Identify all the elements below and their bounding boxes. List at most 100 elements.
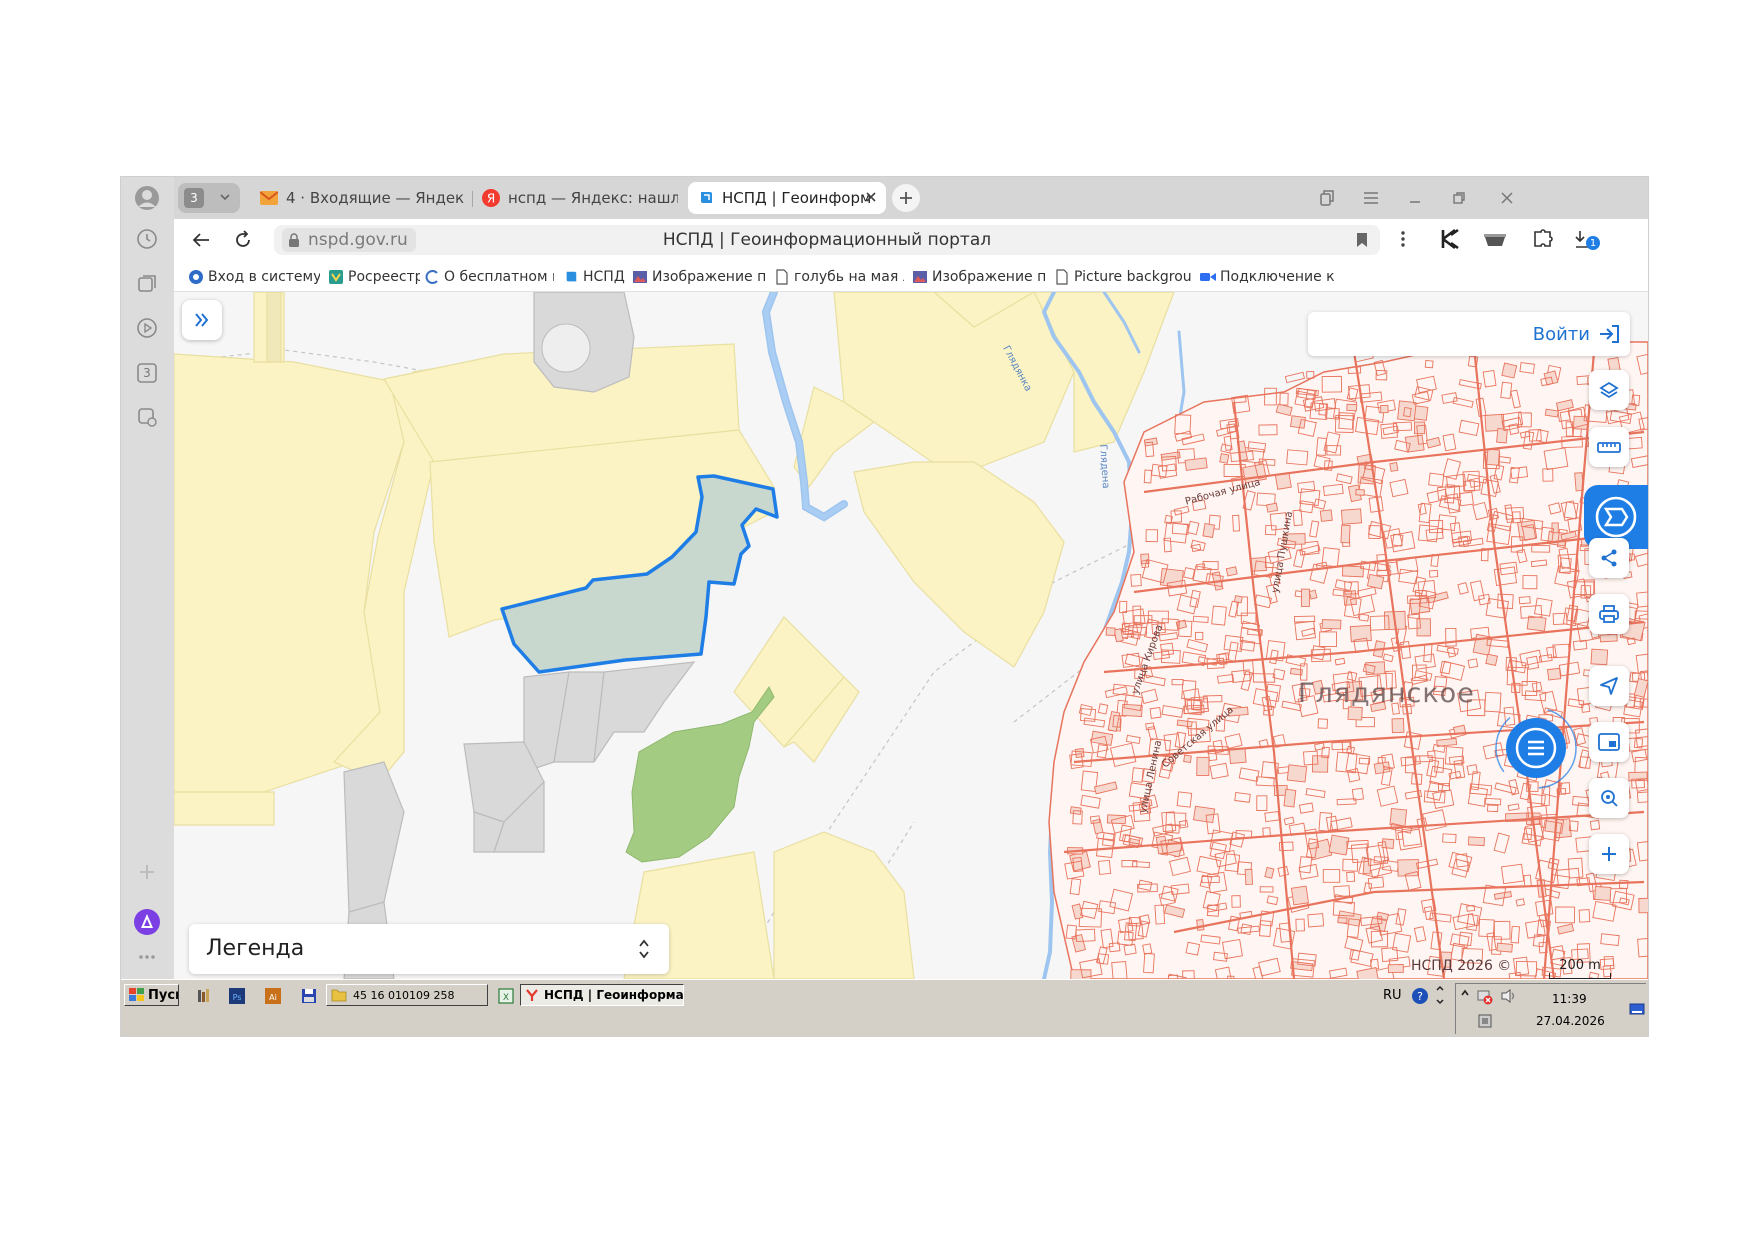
bookmark-nspd[interactable]: НСПД	[563, 267, 627, 287]
bookmark-label: Изображение пи	[652, 269, 765, 285]
photoshop-icon[interactable]: Ps	[229, 988, 245, 1004]
volume-icon[interactable]	[1500, 988, 1518, 1004]
bookmark-label: Подключение к в	[1220, 269, 1335, 285]
bookmark-image-2[interactable]: Изображение пи	[912, 267, 1045, 287]
new-tab-button[interactable]	[892, 184, 920, 212]
more-icon[interactable]	[133, 943, 161, 971]
svg-text:Ai: Ai	[269, 993, 277, 1002]
bookmark-rosreestr[interactable]: Росреестр	[328, 267, 420, 287]
add-panel-icon[interactable]	[133, 858, 161, 886]
restore-icon[interactable]	[1444, 185, 1474, 211]
show-desktop-icon[interactable]	[1629, 1002, 1645, 1016]
downloads-badge: 1	[1586, 236, 1600, 250]
clock-date[interactable]: 27.04.2026	[1536, 1014, 1605, 1028]
desktop-screen: 3 3 4 · Входящие — Яндекс П	[121, 177, 1648, 1036]
print-button[interactable]	[1589, 594, 1629, 634]
clock-time[interactable]: 11:39	[1552, 992, 1587, 1006]
bookmark-login[interactable]: Вход в систему ::	[188, 267, 320, 287]
ruler-button[interactable]	[1589, 427, 1629, 467]
expand-panel-button[interactable]	[182, 300, 222, 340]
chevron-up-icon[interactable]	[1460, 988, 1470, 998]
rosreestr-icon	[328, 269, 344, 285]
map-canvas[interactable]: Глядянка Глядена улица Кирова улица Лени…	[174, 292, 1648, 979]
bookmark-label: голубь на мая лес	[794, 269, 904, 285]
taskbar: Пуск Ps Ai 45 16 010109 258 X НСПД | Гео	[121, 979, 1648, 1036]
tab-mail[interactable]: 4 · Входящие — Яндекс П	[256, 182, 464, 214]
more-menu-icon[interactable]	[1400, 230, 1406, 248]
close-tab-icon[interactable]	[864, 190, 878, 204]
zoom-in-button[interactable]	[1589, 834, 1629, 874]
tab-counter-button[interactable]: 3	[178, 183, 240, 213]
image-icon	[632, 269, 648, 285]
legend-panel[interactable]: Легенда	[189, 924, 669, 974]
url-chip[interactable]: nspd.gov.ru	[282, 228, 416, 252]
yandex-icon: Я	[482, 189, 500, 207]
map-copyright: НСПД 2026 ©	[1411, 958, 1512, 974]
bookmark-connect[interactable]: Подключение к в	[1200, 267, 1335, 287]
gear-globe-icon	[188, 269, 204, 285]
reload-button[interactable]	[230, 228, 256, 252]
tab-counter: 3	[184, 188, 204, 208]
history-icon[interactable]	[133, 225, 161, 253]
geolocation-button[interactable]	[1589, 666, 1629, 706]
extension-k-icon[interactable]	[1438, 227, 1462, 251]
bookmark-free[interactable]: О бесплатном пр	[424, 267, 554, 287]
share-icon	[1601, 549, 1617, 567]
tabs-counter-icon[interactable]: 3	[133, 359, 161, 387]
excel-icon[interactable]: X	[498, 988, 514, 1004]
scale-bar: 200 m	[1547, 958, 1613, 979]
device-icon[interactable]	[1476, 1012, 1494, 1030]
bookmark-image-1[interactable]: Изображение пи	[632, 267, 765, 287]
illustrator-icon[interactable]: Ai	[265, 988, 281, 1004]
language-indicator[interactable]: RU	[1383, 988, 1402, 1003]
location-arrow-icon	[1600, 677, 1618, 695]
windows-logo-icon	[129, 988, 145, 1002]
downloads-icon[interactable]: 1	[1574, 228, 1602, 254]
start-button[interactable]: Пуск	[124, 984, 179, 1006]
expand-collapse-icon[interactable]	[637, 937, 651, 961]
extension-shield-icon[interactable]	[1482, 229, 1508, 249]
folder-icon	[331, 988, 347, 1002]
tray-arrows-icon[interactable]	[1435, 984, 1445, 1006]
address-bar[interactable]: nspd.gov.ru НСПД | Геоинформационный пор…	[274, 225, 1380, 255]
place-label: Глядянское	[1298, 678, 1475, 709]
tab-manager-icon[interactable]	[1312, 185, 1342, 211]
close-window-icon[interactable]	[1492, 185, 1522, 211]
collections-icon[interactable]	[133, 270, 161, 298]
search-location-button[interactable]	[1589, 778, 1629, 818]
svg-text:Ps: Ps	[233, 993, 242, 1002]
browser-toolbar: nspd.gov.ru НСПД | Геоинформационный пор…	[174, 219, 1648, 261]
bookmark-pigeon[interactable]: голубь на мая лес	[774, 267, 904, 287]
extension-puzzle-icon[interactable]	[1532, 228, 1554, 250]
svg-text:Я: Я	[487, 192, 495, 206]
browser-sidebar: 3	[121, 177, 175, 979]
chat-button[interactable]	[1494, 706, 1578, 790]
network-alert-icon[interactable]	[1476, 988, 1494, 1006]
target-search-icon	[1601, 790, 1618, 807]
video-icon[interactable]	[133, 314, 161, 342]
mail-icon	[260, 191, 278, 205]
minimap-button[interactable]	[1589, 722, 1629, 762]
screenshot-icon[interactable]	[133, 403, 161, 431]
minimize-icon[interactable]	[1400, 185, 1430, 211]
bookmark-picture[interactable]: Picture backgroun	[1054, 267, 1192, 287]
page-title: НСПД | Геоинформационный портал	[662, 230, 992, 250]
profile-icon[interactable]	[133, 184, 161, 212]
alice-icon[interactable]	[133, 908, 161, 936]
help-icon[interactable]: ?	[1411, 987, 1429, 1005]
map-layer	[174, 292, 1648, 979]
floppy-save-icon[interactable]	[301, 988, 317, 1004]
taskbar-task-browser[interactable]: НСПД | Геоинформа...	[520, 984, 684, 1006]
menu-icon[interactable]	[1356, 185, 1386, 211]
share-button[interactable]	[1589, 538, 1629, 578]
layers-button[interactable]	[1589, 370, 1629, 410]
taskbar-task-folder[interactable]: 45 16 010109 258	[326, 984, 488, 1006]
bookmark-label: О бесплатном пр	[444, 269, 554, 285]
tab-nspd[interactable]: НСПД | Геоинформаци	[688, 182, 886, 214]
bookmark-label: НСПД	[583, 269, 625, 285]
tab-search[interactable]: Я нспд — Яндекс: нашлось	[478, 182, 678, 214]
login-button[interactable]: Войти	[1533, 320, 1620, 348]
library-icon[interactable]	[197, 988, 213, 1004]
back-button[interactable]	[188, 228, 214, 252]
bookmark-icon[interactable]	[1356, 232, 1368, 248]
